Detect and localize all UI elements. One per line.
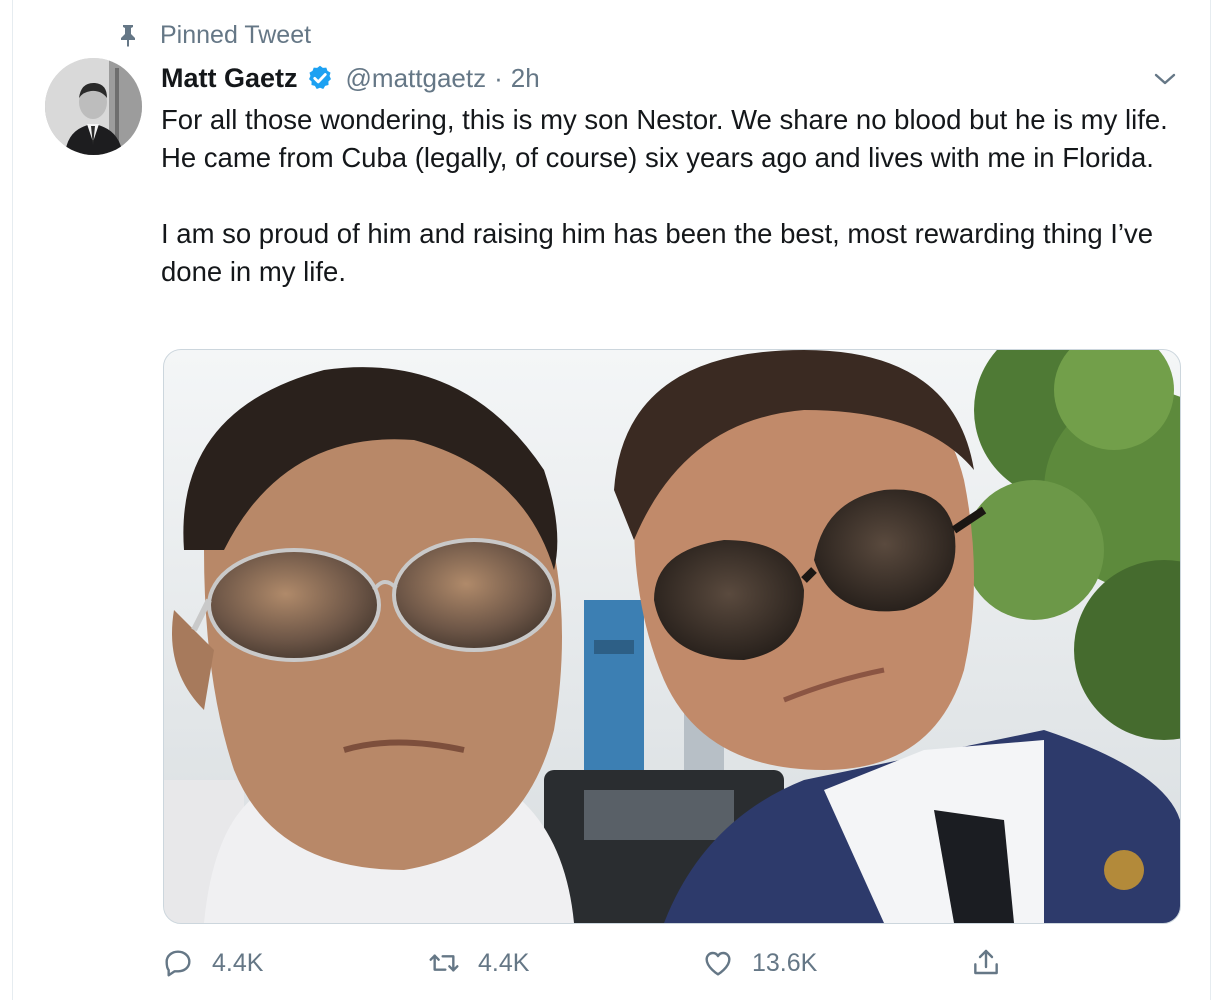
retweet-count: 4.4K	[478, 948, 530, 977]
reply-count: 4.4K	[212, 948, 264, 977]
timeline-right-border	[1210, 0, 1211, 1000]
reply-button[interactable]: 4.4K	[162, 943, 263, 983]
tweet-header: Matt Gaetz @mattgaetz · 2h	[161, 58, 540, 98]
reply-icon	[165, 950, 191, 977]
heart-icon	[705, 951, 731, 976]
tweet-body: For all those wondering, this is my son …	[161, 101, 1181, 291]
retweet-button[interactable]: 4.4K	[428, 943, 529, 983]
pinned-label: Pinned Tweet	[160, 20, 312, 49]
header-separator: ·	[494, 62, 503, 93]
tweet-paragraph: I am so proud of him and raising him has…	[161, 218, 1154, 287]
avatar[interactable]	[45, 58, 142, 155]
author-name[interactable]: Matt Gaetz	[161, 63, 298, 94]
chevron-down-icon[interactable]	[1152, 66, 1178, 92]
pinned-indicator: Pinned Tweet	[116, 18, 311, 52]
pin-icon	[116, 23, 140, 47]
share-button[interactable]	[970, 943, 1020, 983]
like-count: 13.6K	[752, 948, 818, 977]
tweet-photo[interactable]	[163, 349, 1181, 924]
author-handle[interactable]: @mattgaetz	[346, 63, 487, 94]
pinned-tweet[interactable]: Pinned Tweet Matt Gaetz @mattgaetz · 2h	[0, 0, 1214, 1000]
tweet-actions: 4.4K 4.4K 13.6K	[162, 943, 1042, 983]
tweet-timestamp[interactable]: 2h	[511, 63, 540, 94]
verified-badge-icon	[306, 64, 334, 92]
timeline-left-border	[12, 0, 13, 1000]
retweet-icon	[429, 954, 459, 972]
tweet-paragraph: For all those wondering, this is my son …	[161, 104, 1168, 173]
share-icon	[974, 949, 998, 975]
like-button[interactable]: 13.6K	[702, 943, 817, 983]
